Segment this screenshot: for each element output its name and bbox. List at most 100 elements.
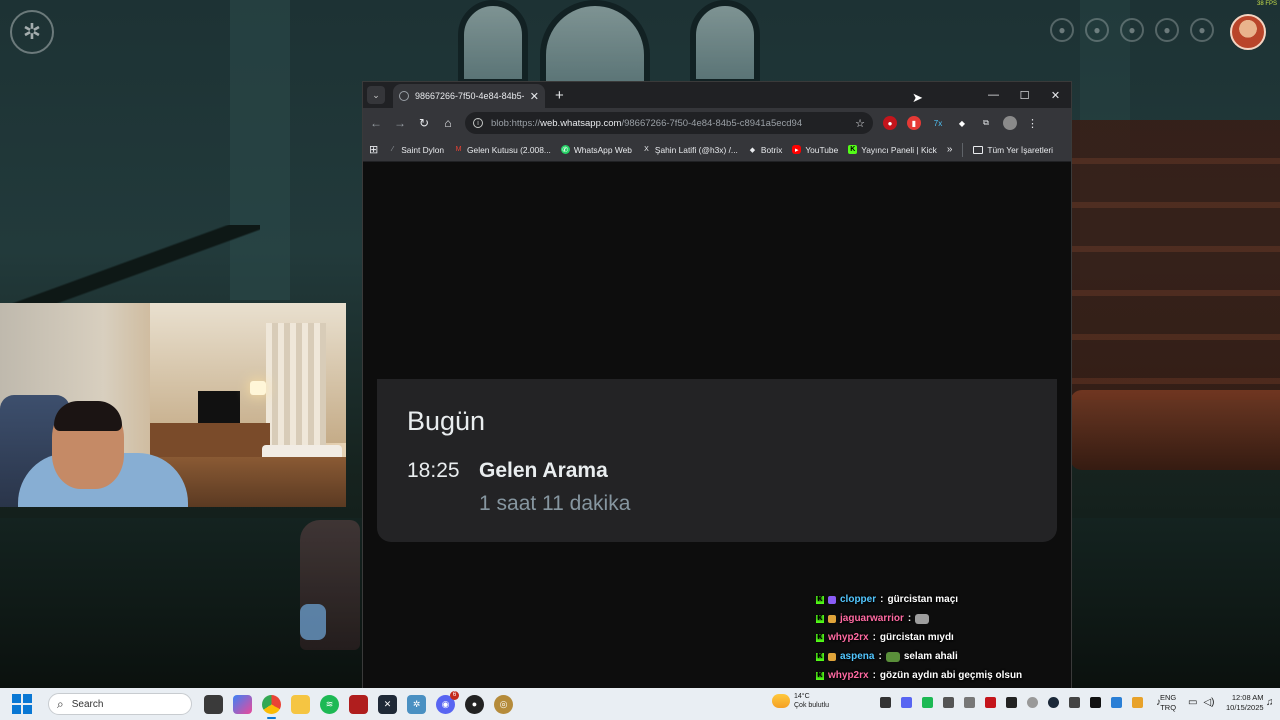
chrome-icon[interactable] bbox=[262, 694, 281, 719]
couch bbox=[1070, 390, 1280, 470]
webcam-overlay bbox=[0, 303, 346, 507]
bookmark-kick-panel[interactable]: K Yayıncı Paneli | Kick bbox=[848, 145, 937, 155]
bookmark-botrix[interactable]: ◆ Botrix bbox=[748, 145, 783, 155]
game-character bbox=[300, 520, 360, 650]
player-slot-icon[interactable]: ● bbox=[1050, 18, 1074, 42]
home-icon[interactable]: ⌂ bbox=[441, 116, 455, 130]
close-tab-icon[interactable]: ✕ bbox=[530, 90, 539, 103]
search-icon: ⌕ bbox=[57, 696, 64, 711]
obs-icon[interactable]: ● bbox=[465, 694, 484, 714]
app-icon[interactable]: ◎ bbox=[494, 694, 513, 714]
all-bookmarks-folder[interactable]: Tüm Yer İşaretleri bbox=[973, 145, 1053, 155]
minimize-icon[interactable]: — bbox=[978, 82, 1009, 108]
streamer-hair bbox=[54, 401, 122, 431]
bookmark-saint-dylon[interactable]: ⁄ Saint Dylon bbox=[388, 145, 444, 155]
taskbar-apps: ≋ ✕ ✲ ◉ 6 ● ◎ bbox=[204, 690, 513, 719]
tray-app-icon[interactable] bbox=[922, 697, 933, 708]
tray-app-icon[interactable] bbox=[1069, 697, 1080, 708]
notification-bell-icon[interactable]: ♫ bbox=[1266, 697, 1274, 708]
tab-title: 98667266-7f50-4e84-84b5-c89 bbox=[415, 91, 524, 101]
weather-text: 14°C Çok bulutlu bbox=[794, 692, 829, 710]
tray-app-icon[interactable] bbox=[1006, 697, 1017, 708]
fps-counter: 38 FPS bbox=[1256, 1, 1277, 7]
game-menu-icon[interactable]: ✲ bbox=[10, 10, 54, 54]
url-host: web.whatsapp.com bbox=[540, 117, 622, 129]
call-duration: 1 saat 11 dakika bbox=[479, 492, 631, 515]
address-bar[interactable]: i blob:https://web.whatsapp.com/98667266… bbox=[465, 112, 873, 134]
player-avatar[interactable] bbox=[1230, 14, 1266, 50]
x-icon: X bbox=[644, 146, 649, 153]
extension-diamond-icon[interactable]: ◆ bbox=[955, 116, 969, 130]
lang-bottom: TRQ bbox=[1160, 703, 1177, 712]
tray-app-icon[interactable] bbox=[1132, 697, 1143, 708]
tray-app-icon[interactable] bbox=[964, 697, 975, 708]
player-slot-icon[interactable]: ● bbox=[1190, 18, 1214, 42]
task-view-icon[interactable] bbox=[204, 694, 223, 714]
apps-grid-icon[interactable]: ⊞ bbox=[369, 143, 378, 156]
extension-translate-icon[interactable]: 7x bbox=[931, 116, 945, 130]
bookmark-whatsapp[interactable]: ✆ WhatsApp Web bbox=[560, 145, 632, 155]
call-type: Gelen Arama bbox=[479, 459, 608, 482]
weather-widget[interactable]: 14°C Çok bulutlu bbox=[772, 692, 829, 710]
bookmark-label: Gelen Kutusu (2.008... bbox=[467, 144, 551, 155]
bookmark-star-icon[interactable]: ☆ bbox=[855, 117, 865, 130]
tray-app-icon[interactable] bbox=[880, 697, 891, 708]
chat-username: jaguarwarrior bbox=[840, 613, 904, 624]
tray-app-icon[interactable] bbox=[943, 697, 954, 708]
browser-menu-icon[interactable]: ⋮ bbox=[1027, 117, 1038, 130]
extensions-puzzle-icon[interactable]: ⧉ bbox=[979, 116, 993, 130]
tray-app-icon[interactable] bbox=[1027, 697, 1038, 708]
bookshelf bbox=[1070, 120, 1280, 400]
url-scheme: blob:https:// bbox=[491, 117, 541, 129]
chat-separator: : bbox=[880, 594, 884, 605]
player-slot-icon[interactable]: ● bbox=[1085, 18, 1109, 42]
bookmark-x-profile[interactable]: X Şahin Latifi (@h3x) /... bbox=[642, 145, 738, 155]
input-language[interactable]: ENG TRQ bbox=[1160, 693, 1176, 713]
copilot-icon[interactable] bbox=[233, 694, 252, 714]
extension-ublock-icon[interactable]: ● bbox=[883, 116, 897, 130]
globe-icon bbox=[399, 91, 409, 101]
chat-username: aspena bbox=[840, 651, 875, 662]
taskbar-search-input[interactable]: ⌕ Search bbox=[48, 693, 192, 715]
spotify-icon[interactable]: ≋ bbox=[320, 694, 339, 714]
browser-tab[interactable]: 98667266-7f50-4e84-84b5-c89 ✕ bbox=[393, 84, 545, 108]
back-icon[interactable]: ← bbox=[369, 116, 383, 130]
arched-window bbox=[540, 0, 650, 90]
terminal-tray-icon[interactable] bbox=[1090, 697, 1101, 708]
extension-red-icon[interactable]: ▮ bbox=[907, 116, 921, 130]
more-bookmarks-icon[interactable]: » bbox=[947, 144, 953, 155]
forward-icon[interactable]: → bbox=[393, 116, 407, 130]
call-log-card: Bugün 18:25 Gelen Arama 1 saat 11 dakika bbox=[377, 379, 1057, 542]
chat-message: K jaguarwarrior: bbox=[816, 609, 1076, 628]
maximize-icon[interactable]: ☐ bbox=[1009, 82, 1040, 108]
windows-start-icon[interactable] bbox=[12, 694, 32, 714]
windows-taskbar: ⌕ Search ≋ ✕ ✲ ◉6 ● ◎ 14°C Çok bulutlu bbox=[0, 688, 1280, 720]
tray-app-icon[interactable] bbox=[1111, 697, 1122, 708]
player-slot-icon[interactable]: ● bbox=[1120, 18, 1144, 42]
quick-settings[interactable]: ▭ ◁) bbox=[1188, 697, 1214, 708]
terminal-icon[interactable]: ✕ bbox=[378, 694, 397, 714]
close-window-icon[interactable]: ✕ bbox=[1040, 82, 1071, 108]
taskbar-clock[interactable]: 12:08 AM 10/15/2025 bbox=[1226, 693, 1264, 713]
discord-icon[interactable]: ◉ 6 bbox=[436, 690, 459, 714]
settings-gear-icon[interactable]: ✲ bbox=[407, 694, 426, 714]
player-slot-icon[interactable]: ● bbox=[1155, 18, 1179, 42]
bookmark-youtube[interactable]: ▸ YouTube bbox=[792, 145, 838, 155]
bookmark-gmail[interactable]: M Gelen Kutusu (2.008... bbox=[454, 145, 551, 155]
chat-separator: : bbox=[878, 651, 882, 662]
file-explorer-icon[interactable] bbox=[291, 694, 310, 714]
tray-app-icon[interactable] bbox=[901, 697, 912, 708]
game-launcher-icon[interactable] bbox=[349, 694, 368, 714]
lang-top: ENG bbox=[1160, 693, 1177, 702]
reload-icon[interactable]: ↻ bbox=[417, 116, 431, 130]
steam-icon[interactable] bbox=[1048, 697, 1059, 708]
folder-icon bbox=[973, 145, 984, 154]
profile-avatar[interactable] bbox=[1003, 116, 1017, 130]
chat-message: K aspena: selam ahali bbox=[816, 647, 1076, 666]
whatsapp-icon: ✆ bbox=[560, 145, 570, 154]
tab-search-icon[interactable]: ⌄ bbox=[367, 86, 385, 104]
new-tab-icon[interactable]: + bbox=[555, 87, 564, 104]
botrix-icon: ◆ bbox=[749, 146, 756, 154]
tray-app-icon[interactable] bbox=[985, 697, 996, 708]
site-info-icon[interactable]: i bbox=[473, 118, 483, 128]
